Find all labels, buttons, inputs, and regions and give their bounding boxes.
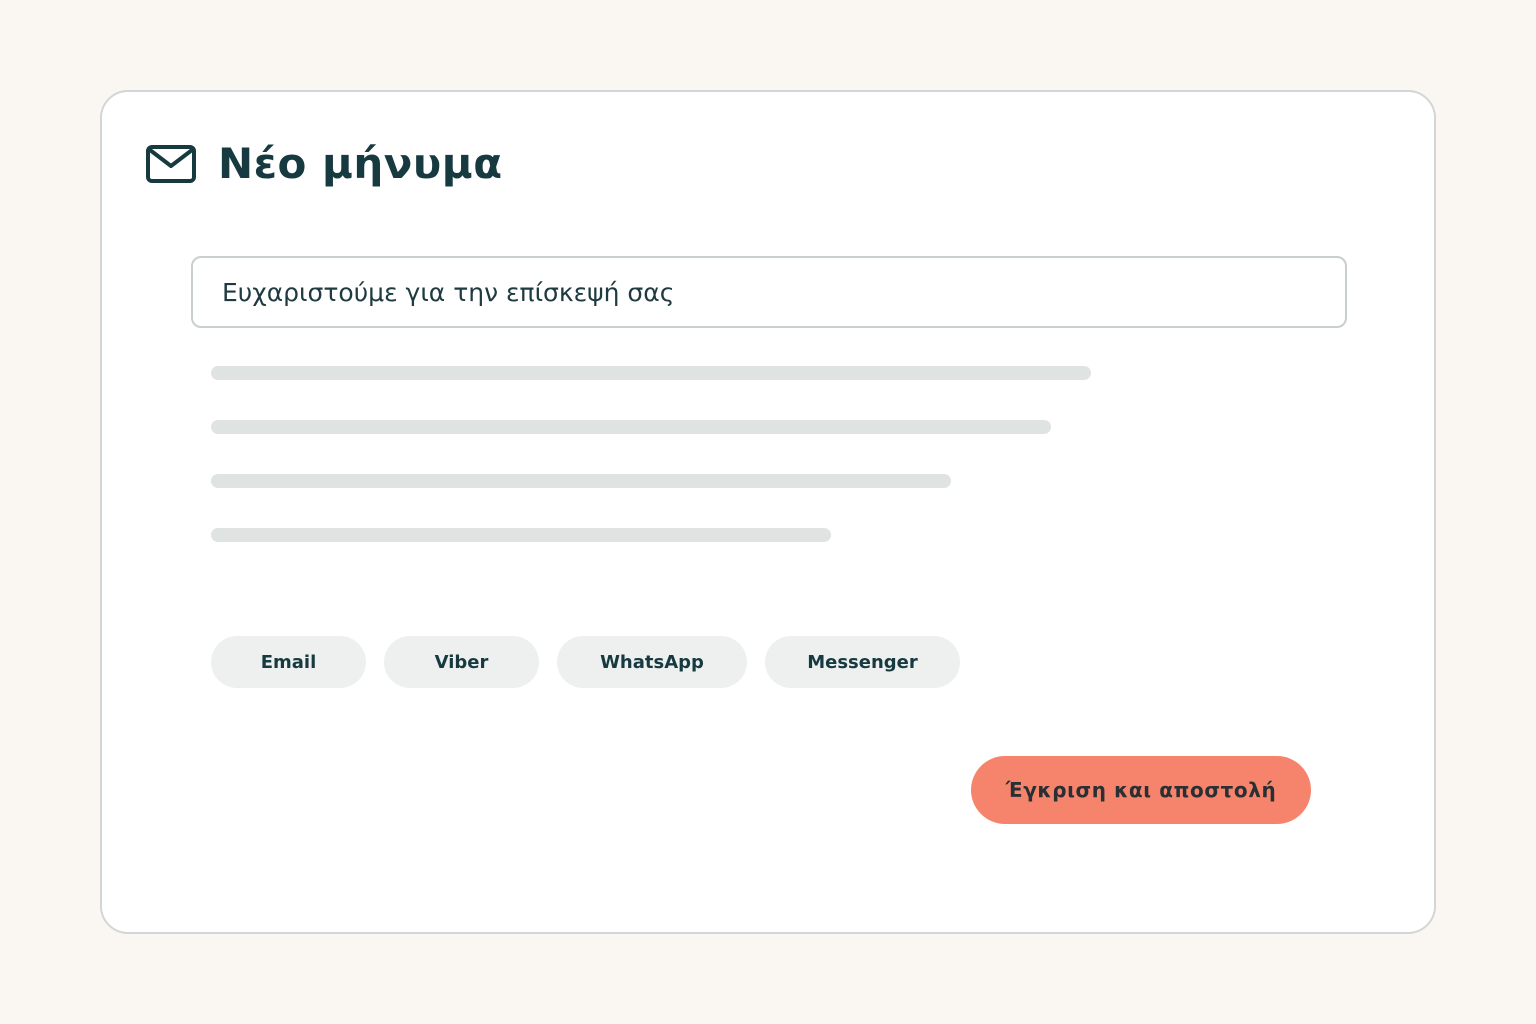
compose-header: Νέο μήνυμα: [146, 136, 503, 192]
compose-card: Νέο μήνυμα Email Viber WhatsApp Messenge…: [100, 90, 1436, 934]
message-placeholder-line: [211, 420, 1051, 434]
message-placeholder-line: [211, 366, 1091, 380]
channel-chip-email[interactable]: Email: [211, 636, 366, 688]
approve-and-send-button[interactable]: Έγκριση και αποστολή: [971, 756, 1311, 824]
channel-chip-messenger[interactable]: Messenger: [765, 636, 960, 688]
channel-chip-viber[interactable]: Viber: [384, 636, 539, 688]
mail-icon: [146, 145, 196, 183]
page-title: Νέο μήνυμα: [218, 139, 503, 188]
subject-input[interactable]: [191, 256, 1347, 328]
message-placeholder-line: [211, 474, 951, 488]
channel-chip-whatsapp[interactable]: WhatsApp: [557, 636, 747, 688]
message-placeholder-line: [211, 528, 831, 542]
